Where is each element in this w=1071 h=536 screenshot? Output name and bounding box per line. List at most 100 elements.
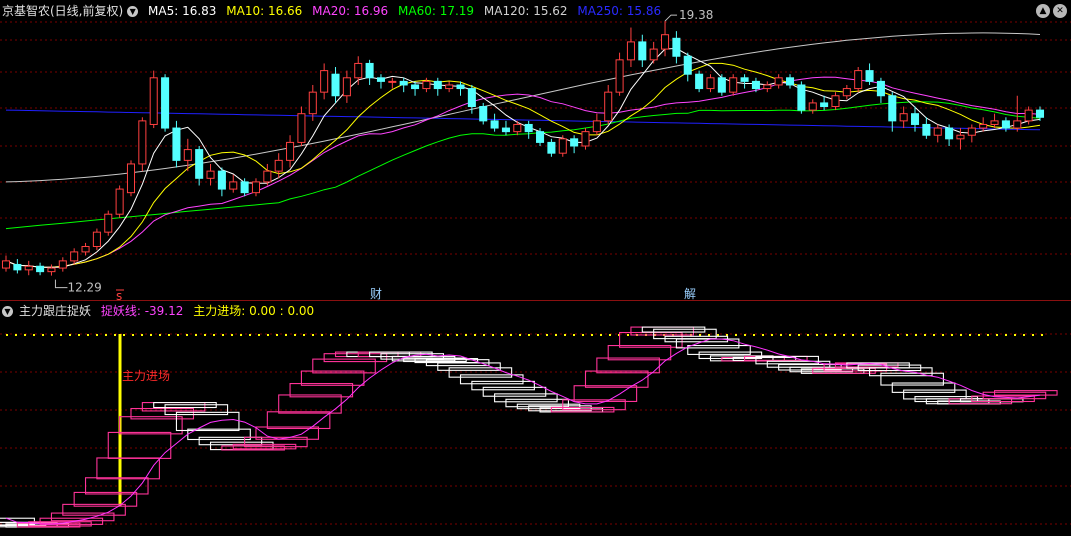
dotted-top-marker bbox=[744, 334, 746, 336]
stair-box bbox=[323, 353, 388, 363]
candle-body bbox=[626, 41, 635, 61]
candle-body bbox=[13, 263, 22, 271]
dotted-top-marker bbox=[771, 334, 773, 336]
candle-body bbox=[47, 267, 56, 273]
candle-body bbox=[945, 127, 954, 140]
dotted-top-marker bbox=[105, 334, 107, 336]
dotted-top-marker bbox=[492, 334, 494, 336]
chart-area[interactable]: 19.3812.29s 财解主力进场 bbox=[0, 0, 1071, 536]
dotted-top-marker bbox=[177, 334, 179, 336]
dotted-top-marker bbox=[330, 334, 332, 336]
candle-body bbox=[785, 77, 795, 86]
dotted-top-marker bbox=[573, 334, 575, 336]
candle-body bbox=[274, 159, 283, 172]
dotted-top-marker bbox=[735, 334, 737, 336]
stair-box bbox=[198, 436, 263, 446]
dotted-top-marker bbox=[438, 334, 440, 336]
dotted-top-marker bbox=[150, 334, 152, 336]
dotted-top-marker bbox=[132, 334, 134, 336]
chevron-up-icon[interactable]: ▲ bbox=[1036, 4, 1050, 18]
dotted-top-marker bbox=[1041, 334, 1043, 336]
candle-body bbox=[58, 260, 67, 269]
candle-body bbox=[206, 170, 215, 179]
candle-body bbox=[524, 123, 533, 133]
dotted-top-marker bbox=[564, 334, 566, 336]
dotted-top-marker bbox=[276, 334, 278, 336]
dotted-top-marker bbox=[267, 334, 269, 336]
stock-title[interactable]: 京基智农(日线,前复权) bbox=[2, 4, 123, 18]
dotted-top-marker bbox=[1014, 334, 1016, 336]
candle-body bbox=[774, 77, 783, 86]
candle-body bbox=[126, 163, 136, 194]
candle-body bbox=[81, 246, 90, 253]
main-entry-label: 主力进场: 0.00 : 0.00 bbox=[193, 304, 315, 318]
ma10-label: MA10: 16.66 bbox=[226, 4, 303, 18]
dotted-top-marker bbox=[285, 334, 287, 336]
dotted-top-marker bbox=[924, 334, 926, 336]
main-entry-text: 主力进场 bbox=[122, 369, 170, 383]
ma120-label: MA120: 15.62 bbox=[483, 4, 568, 18]
dotted-top-marker bbox=[780, 334, 782, 336]
candle-body bbox=[513, 123, 522, 133]
zhuoyao-line-label: 捉妖线: -39.12 bbox=[100, 304, 184, 318]
candle-body bbox=[967, 127, 976, 136]
dotted-top-marker bbox=[762, 334, 764, 336]
candle-body bbox=[342, 77, 351, 97]
candle-body bbox=[1, 260, 11, 269]
dotted-top-marker bbox=[726, 334, 728, 336]
dotted-top-marker bbox=[708, 334, 710, 336]
candle-body bbox=[229, 181, 238, 190]
dotted-top-marker bbox=[951, 334, 953, 336]
dotted-top-marker bbox=[15, 334, 17, 336]
dotted-top-marker bbox=[186, 334, 188, 336]
dotted-top-marker bbox=[897, 334, 899, 336]
dotted-top-marker bbox=[528, 334, 530, 336]
candle-body bbox=[399, 80, 408, 86]
candle-body bbox=[36, 265, 45, 273]
dotted-top-marker bbox=[6, 334, 8, 336]
candle-body bbox=[1001, 120, 1010, 129]
candle-body bbox=[456, 84, 465, 90]
dotted-top-marker bbox=[798, 334, 800, 336]
ma20-label: MA20: 16.96 bbox=[312, 4, 389, 18]
close-icon[interactable]: ✕ bbox=[1053, 4, 1067, 18]
dotted-top-marker bbox=[42, 334, 44, 336]
dotted-top-marker bbox=[501, 334, 503, 336]
dotted-top-marker bbox=[627, 334, 629, 336]
candle-body bbox=[501, 127, 510, 133]
dotted-top-marker bbox=[915, 334, 917, 336]
dotted-top-marker bbox=[24, 334, 26, 336]
candle-body bbox=[706, 77, 715, 90]
candle-body bbox=[751, 80, 760, 90]
dotted-top-marker bbox=[249, 334, 251, 336]
settings-dropdown-icon[interactable]: ▼ bbox=[127, 6, 139, 17]
main-chart-header: 京基智农(日线,前复权) ▼ MA5: 16.83 MA10: 16.66 MA2… bbox=[0, 0, 667, 22]
marker-jie: 解 bbox=[684, 287, 696, 301]
dotted-top-marker bbox=[213, 334, 215, 336]
dotted-top-marker bbox=[942, 334, 944, 336]
dotted-top-marker bbox=[69, 334, 71, 336]
stair-box bbox=[459, 374, 524, 385]
candle-body bbox=[195, 149, 204, 179]
dotted-top-marker bbox=[411, 334, 413, 336]
candle-body bbox=[24, 265, 33, 271]
indicator-title[interactable]: 主力跟庄捉妖 bbox=[19, 304, 91, 318]
dotted-top-marker bbox=[789, 334, 791, 336]
stair-box bbox=[471, 380, 535, 391]
dotted-top-marker bbox=[555, 334, 557, 336]
dotted-top-marker bbox=[861, 334, 863, 336]
candle-body bbox=[183, 149, 192, 161]
candle-body bbox=[172, 127, 181, 161]
candle-body bbox=[104, 213, 113, 233]
candle-body bbox=[990, 120, 999, 125]
low-label: 12.29 bbox=[67, 281, 101, 295]
candle-body bbox=[547, 141, 556, 154]
dotted-top-marker bbox=[807, 334, 809, 336]
candle-body bbox=[479, 106, 488, 122]
candle-body bbox=[604, 91, 613, 122]
dotted-top-marker bbox=[393, 334, 395, 336]
indicator-dropdown-icon[interactable]: ▼ bbox=[2, 306, 13, 317]
dotted-top-marker bbox=[375, 334, 377, 336]
candle-body bbox=[354, 62, 363, 79]
candle-body bbox=[286, 141, 295, 161]
